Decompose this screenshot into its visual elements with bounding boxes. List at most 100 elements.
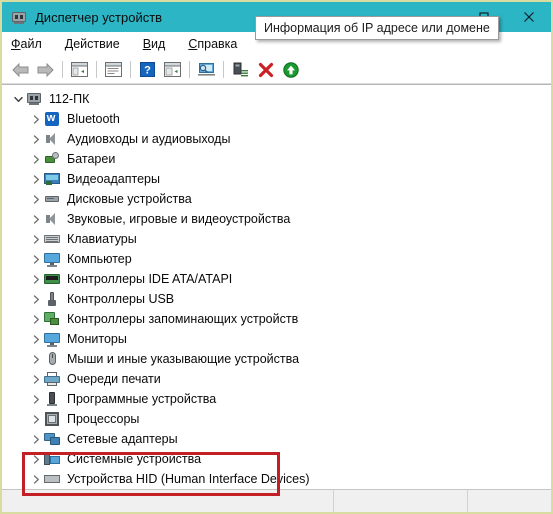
- tree-item[interactable]: Звуковые, игровые и видеоустройства: [2, 209, 551, 229]
- chevron-right-icon[interactable]: [28, 109, 44, 129]
- toolbar-separator-2: [96, 61, 97, 78]
- tree-item[interactable]: Системные устройства: [2, 449, 551, 469]
- tree-item-label: Дисковые устройства: [67, 192, 192, 206]
- properties-icon[interactable]: [101, 58, 126, 82]
- chevron-right-icon[interactable]: [28, 149, 44, 169]
- tree-item[interactable]: Аудиовходы и аудиовыходы: [2, 129, 551, 149]
- menu-action-rest: ействие: [73, 37, 120, 51]
- tree-item[interactable]: Сетевые адаптеры: [2, 429, 551, 449]
- menu-view[interactable]: Вид: [143, 37, 166, 51]
- tree-item-label: Видеоадаптеры: [67, 172, 160, 186]
- display-icon[interactable]: [194, 58, 219, 82]
- tree-item[interactable]: Мониторы: [2, 329, 551, 349]
- chevron-right-icon[interactable]: [28, 449, 44, 469]
- show-hide-tree-icon[interactable]: [67, 58, 92, 82]
- hid-device-icon: [44, 471, 60, 487]
- toolbar-separator-3: [130, 61, 131, 78]
- device-manager-window: Диспетчер устройств Информация об IP адр…: [0, 0, 553, 514]
- network-adapter-icon: [44, 431, 60, 447]
- device-tree: 112-ПК w Bluetooth Аудиовходы и аудиовыходы…: [2, 85, 551, 488]
- tree-item[interactable]: Устройства HID (Human Interface Devices): [2, 469, 551, 488]
- menu-view-rest: ид: [151, 37, 166, 51]
- tree-item[interactable]: Клавиатуры: [2, 229, 551, 249]
- chevron-right-icon[interactable]: [28, 369, 44, 389]
- tree-item-label: Клавиатуры: [67, 232, 137, 246]
- chevron-right-icon[interactable]: [28, 389, 44, 409]
- keyboard-icon: [44, 231, 60, 247]
- scan-hardware-changes-icon[interactable]: [160, 58, 185, 82]
- ide-controller-icon: [44, 271, 60, 287]
- back-arrow-icon[interactable]: [8, 58, 33, 82]
- svg-text:?: ?: [144, 65, 151, 77]
- system-device-icon: [44, 451, 60, 467]
- storage-controller-icon: [44, 311, 60, 327]
- chevron-right-icon[interactable]: [28, 269, 44, 289]
- menu-help-accel: С: [188, 37, 198, 51]
- chevron-right-icon[interactable]: [28, 469, 44, 488]
- monitor-icon: [44, 331, 60, 347]
- update-driver-icon[interactable]: [228, 58, 253, 82]
- tree-item[interactable]: Программные устройства: [2, 389, 551, 409]
- menu-action[interactable]: Действие: [65, 37, 120, 51]
- usb-controller-icon: [44, 291, 60, 307]
- chevron-right-icon[interactable]: [28, 409, 44, 429]
- computer-root-icon: [26, 91, 42, 107]
- chevron-right-icon[interactable]: [28, 209, 44, 229]
- processor-icon: [44, 411, 60, 427]
- chevron-right-icon[interactable]: [28, 329, 44, 349]
- tree-item[interactable]: Контроллеры IDE ATA/ATAPI: [2, 269, 551, 289]
- help-icon[interactable]: ?: [135, 58, 160, 82]
- battery-icon: [44, 151, 60, 167]
- tree-item[interactable]: Дисковые устройства: [2, 189, 551, 209]
- tree-item[interactable]: Процессоры: [2, 409, 551, 429]
- display-adapter-icon: [44, 171, 60, 187]
- close-button[interactable]: [506, 2, 551, 32]
- toolbar-separator-5: [223, 61, 224, 78]
- tree-item[interactable]: 112-ПК: [2, 89, 551, 109]
- menu-file[interactable]: Файл: [11, 37, 42, 51]
- tree-item-label: Звуковые, игровые и видеоустройства: [67, 212, 291, 226]
- tree-item[interactable]: Контроллеры запоминающих устройств: [2, 309, 551, 329]
- device-tree-panel[interactable]: 112-ПК w Bluetooth Аудиовходы и аудиовыходы…: [2, 84, 551, 488]
- tree-item-label: Компьютер: [67, 252, 132, 266]
- chevron-right-icon[interactable]: [28, 249, 44, 269]
- tree-item-label: Мониторы: [67, 332, 127, 346]
- tree-item[interactable]: w Bluetooth: [2, 109, 551, 129]
- menu-help[interactable]: Справка: [188, 37, 237, 51]
- audio-io-icon: [44, 131, 60, 147]
- disk-drive-icon: [44, 191, 60, 207]
- tree-item-label: Контроллеры USB: [67, 292, 175, 306]
- chevron-right-icon[interactable]: [28, 169, 44, 189]
- chevron-right-icon[interactable]: [28, 129, 44, 149]
- menu-file-accel: Ф: [11, 37, 21, 51]
- tree-item[interactable]: Контроллеры USB: [2, 289, 551, 309]
- chevron-right-icon[interactable]: [28, 229, 44, 249]
- toolbar-separator-4: [189, 61, 190, 78]
- tree-item-label: Контроллеры IDE ATA/ATAPI: [67, 272, 233, 286]
- chevron-right-icon[interactable]: [28, 189, 44, 209]
- forward-arrow-icon[interactable]: [33, 58, 58, 82]
- tree-item[interactable]: Компьютер: [2, 249, 551, 269]
- enable-device-icon[interactable]: [278, 58, 303, 82]
- toolbar-separator-1: [62, 61, 63, 78]
- tree-item[interactable]: Очереди печати: [2, 369, 551, 389]
- chevron-right-icon[interactable]: [28, 429, 44, 449]
- tree-item-label: Bluetooth: [67, 112, 120, 126]
- software-device-icon: [44, 391, 60, 407]
- tree-item-label: Системные устройства: [67, 452, 202, 466]
- status-cell-3: [468, 490, 551, 512]
- chevron-right-icon[interactable]: [28, 349, 44, 369]
- uninstall-device-icon[interactable]: [253, 58, 278, 82]
- tree-item[interactable]: Батареи: [2, 149, 551, 169]
- computer-icon: [44, 251, 60, 267]
- tree-item[interactable]: Видеоадаптеры: [2, 169, 551, 189]
- chevron-down-icon[interactable]: [10, 89, 26, 109]
- tree-item-label: Аудиовходы и аудиовыходы: [67, 132, 231, 146]
- chevron-right-icon[interactable]: [28, 309, 44, 329]
- tree-item-label: Сетевые адаптеры: [67, 432, 178, 446]
- tree-item-label: Очереди печати: [67, 372, 161, 386]
- tree-item[interactable]: Мыши и иные указывающие устройства: [2, 349, 551, 369]
- tree-item-label: Контроллеры запоминающих устройств: [67, 312, 299, 326]
- chevron-right-icon[interactable]: [28, 289, 44, 309]
- toolbar: ?: [2, 56, 551, 84]
